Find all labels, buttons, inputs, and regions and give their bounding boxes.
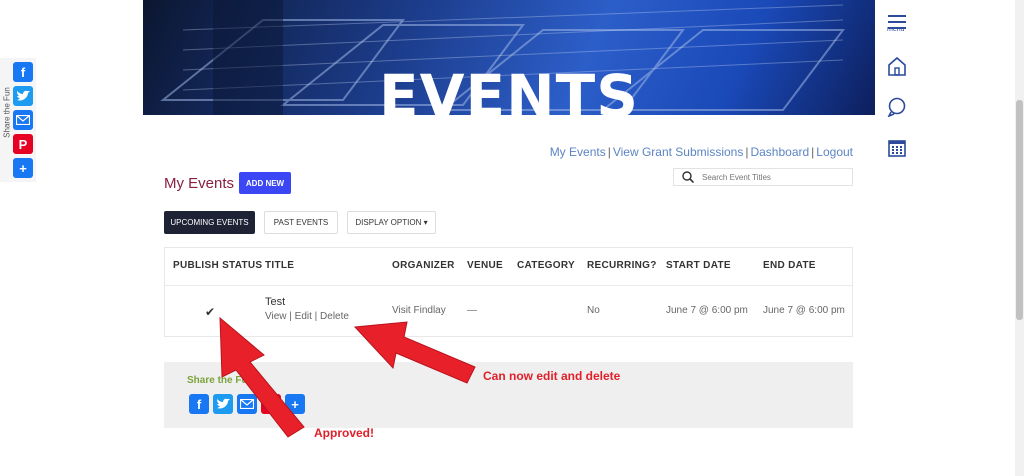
arrow-to-delete — [353, 321, 476, 384]
annotation-approved: Approved! — [314, 426, 374, 440]
annotation-edit-delete: Can now edit and delete — [483, 369, 621, 383]
arrow-to-status — [219, 316, 305, 438]
annotation-arrows — [219, 316, 476, 438]
page: EVENTS menu Share the Fun f P + My Event… — [0, 0, 1024, 476]
